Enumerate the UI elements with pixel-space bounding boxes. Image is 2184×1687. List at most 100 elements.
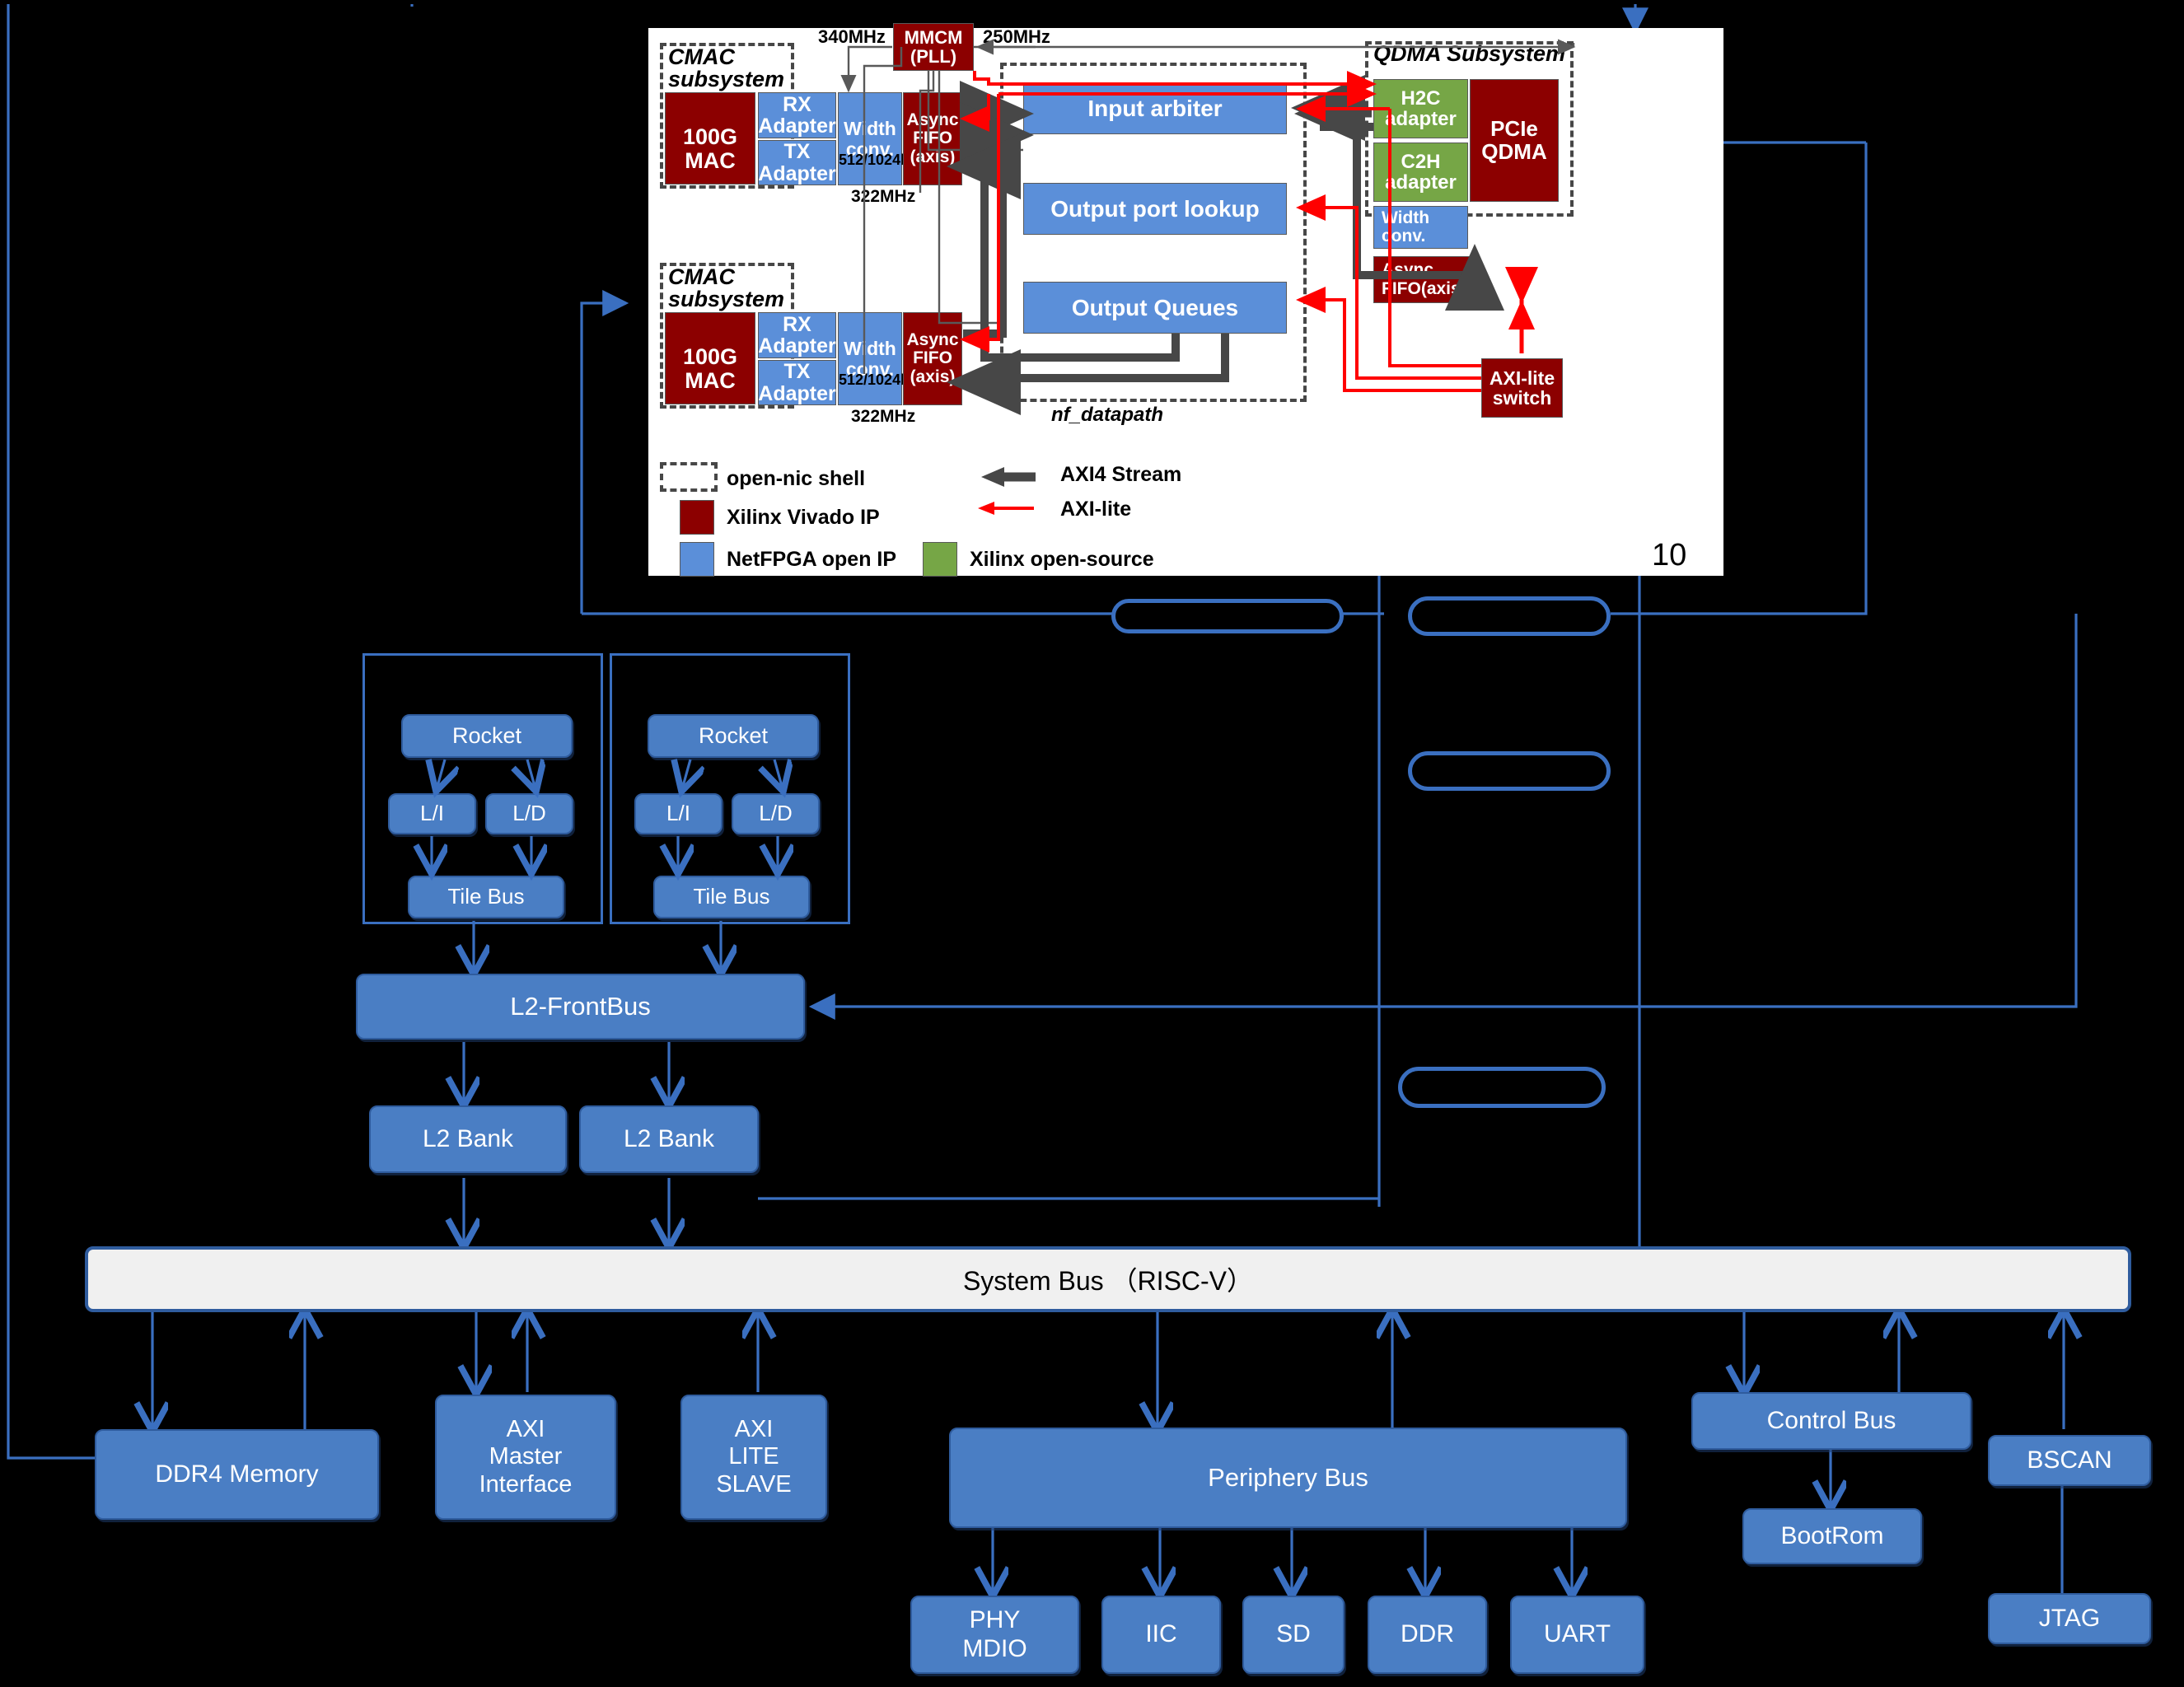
cmac-subsystem-2-label-text: CMAC subsystem — [668, 264, 785, 311]
legend-vivado-label: Xilinx Vivado IP — [727, 506, 880, 529]
cmac1-mac-line1: 100G — [682, 124, 738, 150]
cmac2-width-conv: Width conv. — [838, 312, 902, 405]
cmac2-rx-line2: Adapter — [758, 334, 836, 357]
h2c-line1: H2C — [1401, 86, 1441, 110]
output-queues-block: Output Queues — [1023, 282, 1287, 334]
cmac1-mac-line2: MAC — [685, 147, 736, 173]
cmac1-tx-adapter: TX Adapter — [758, 140, 836, 185]
axi-master-line2: Master — [489, 1443, 563, 1470]
axi-lite-switch-line1: AXI-lite — [1489, 367, 1555, 389]
pill-shape-2 — [1408, 596, 1611, 636]
rocket-core-2: Rocket — [648, 714, 819, 758]
legend-xilinx-opensource-label: Xilinx open-source — [970, 548, 1154, 571]
pill-shape-4 — [1398, 1067, 1606, 1108]
freq-340mhz-label: 340MHz — [818, 26, 886, 47]
cmac2-width-freq: 322MHz — [851, 407, 916, 426]
axi-lite-slave-line1: AXI — [734, 1415, 774, 1442]
cmac2-async-line2: FIFO — [913, 348, 952, 368]
cmac2-rx-line1: RX — [783, 312, 811, 336]
qdma-async-fifo-block: Async FIFO(axis) — [1373, 256, 1472, 303]
cmac1-rx-line2: Adapter — [758, 114, 836, 138]
pcie-qdma-block: PCIe QDMA — [1470, 79, 1559, 202]
c2h-adapter-block: C2H adapter — [1373, 143, 1468, 202]
rocket-1-ld-cache: L/D — [485, 793, 573, 834]
legend-xilinx-opensource-swatch — [923, 542, 957, 577]
cmac2-async-line3: (axis) — [910, 367, 956, 386]
cmac1-rx-line1: RX — [783, 92, 811, 116]
bootrom: BootRom — [1742, 1508, 1922, 1564]
bscan: BSCAN — [1988, 1435, 2151, 1486]
cmac2-mac-line1: 100G — [682, 344, 738, 370]
rocket-1-li-cache: L/I — [388, 793, 476, 834]
cmac2-tx-adapter: TX Adapter — [758, 360, 836, 405]
axi-master-line1: AXI — [506, 1415, 545, 1442]
cmac1-tx-line1: TX — [783, 140, 811, 164]
control-bus: Control Bus — [1691, 1392, 1971, 1450]
cmac1-async-line2: FIFO — [913, 129, 952, 148]
rocket-2-ld-cache: L/D — [732, 793, 820, 834]
uart: UART — [1510, 1596, 1644, 1674]
axi-lite-slave-line2: LITE — [728, 1443, 779, 1470]
axi-lite-slave: AXI LITE SLAVE — [680, 1395, 827, 1520]
system-bus-label: System Bus （RISC-V） — [962, 1266, 1254, 1296]
system-bus: System Bus （RISC-V） — [85, 1246, 2131, 1312]
cmac2-width-line1: Width — [844, 338, 896, 360]
pcie-line2: QDMA — [1481, 138, 1547, 164]
qdma-width-line1: Width — [1382, 208, 1430, 227]
cmac2-100g-mac: 100G MAC — [665, 312, 755, 404]
cmac1-async-fifo: Async FIFO (axis) — [903, 92, 962, 185]
cmac2-tx-line2: Adapter — [758, 381, 836, 405]
mmcm-line1: MMCM — [904, 26, 963, 48]
c2h-line2: adapter — [1385, 171, 1457, 194]
cmac1-rx-adapter: RX Adapter — [758, 92, 836, 138]
cmac2-async-fifo: Async FIFO (axis) — [903, 312, 962, 405]
pill-shape-1 — [1111, 599, 1344, 633]
qdma-subsystem-label: QDMA Subsystem — [1373, 41, 1566, 66]
axi-lite-switch-line2: switch — [1492, 387, 1552, 409]
cmac-subsystem-2-label: CMAC subsystem — [668, 266, 792, 311]
axi-lite-slave-line3: SLAVE — [716, 1470, 792, 1498]
ddr4-memory: DDR4 Memory — [95, 1429, 379, 1520]
cmac-subsystem-1-label: CMAC subsystem — [668, 46, 792, 91]
sd: SD — [1242, 1596, 1345, 1674]
mmcm-line2: (PLL) — [910, 46, 957, 67]
periphery-bus: Periphery Bus — [949, 1428, 1627, 1528]
cmac1-tx-line2: Adapter — [758, 161, 836, 185]
axi-lite-switch-block: AXI-lite switch — [1481, 358, 1563, 418]
legend-axi-lite-label: AXI-lite — [1060, 498, 1132, 521]
mmcm-pll: MMCM (PLL) — [893, 23, 974, 71]
h2c-adapter-block: H2C adapter — [1373, 79, 1468, 138]
cmac1-width-conv: Width conv. — [838, 92, 902, 185]
phy-mdio-line1: PHY — [969, 1606, 1021, 1633]
rocket-2-tile-bus: Tile Bus — [653, 876, 810, 918]
cmac1-width-line1: Width — [844, 118, 896, 140]
iic: IIC — [1101, 1596, 1221, 1674]
qdma-width-line2: conv. — [1382, 227, 1426, 245]
jtag: JTAG — [1988, 1593, 2151, 1644]
c2h-line1: C2H — [1401, 150, 1441, 173]
nf-datapath-label: nf_datapath — [1051, 404, 1164, 426]
cmac1-async-line3: (axis) — [910, 147, 956, 166]
open-nic-panel: CMAC subsystem 100G MAC RX Adapter TX Ad… — [648, 23, 1723, 577]
l2-bank-2: L2 Bank — [579, 1105, 759, 1173]
cmac1-100g-mac: 100G MAC — [665, 92, 755, 185]
legend-netfpga-label: NetFPGA open IP — [727, 548, 897, 571]
cmac2-rx-adapter: RX Adapter — [758, 312, 836, 358]
phy-mdio: PHY MDIO — [910, 1596, 1079, 1674]
l2-bank-1: L2 Bank — [369, 1105, 567, 1173]
qdma-width-conv-block: Width conv. — [1373, 206, 1468, 249]
cmac2-tx-line1: TX — [783, 360, 811, 384]
ddr: DDR — [1368, 1596, 1487, 1674]
cmac1-async-line1: Async — [906, 110, 959, 130]
axi-master-interface: AXI Master Interface — [435, 1395, 616, 1520]
phy-mdio-line2: MDIO — [962, 1634, 1027, 1662]
qdma-async-line2: FIFO(axis) — [1382, 278, 1466, 298]
cmac-subsystem-1-label-text: CMAC subsystem — [668, 44, 785, 91]
legend-netfpga-swatch — [680, 542, 714, 577]
pcie-line1: PCIe — [1490, 116, 1538, 142]
pill-shape-3 — [1408, 751, 1611, 791]
rocket-1-tile-bus: Tile Bus — [408, 876, 564, 918]
output-port-lookup-block: Output port lookup — [1023, 183, 1287, 235]
legend-vivado-swatch — [680, 500, 714, 535]
cmac2-mac-line2: MAC — [685, 367, 736, 393]
